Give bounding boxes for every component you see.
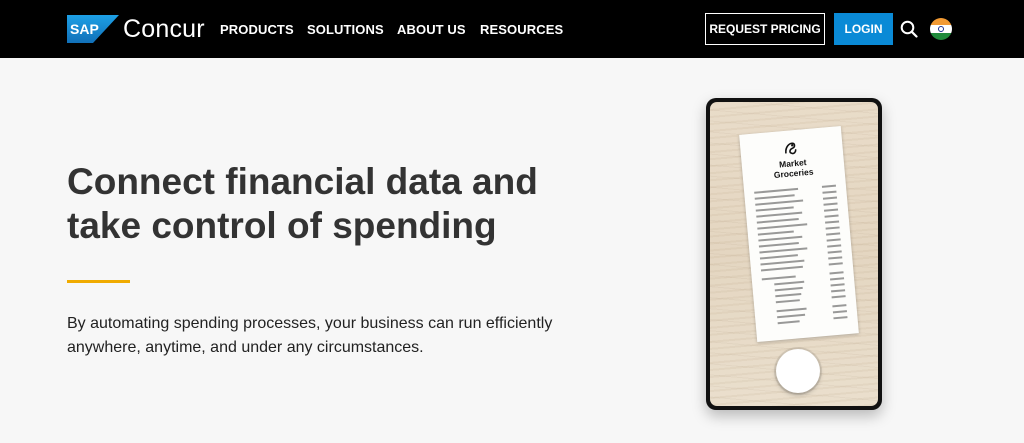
receipt-line-price [830, 283, 845, 287]
receipt-line-price [832, 310, 847, 314]
receipt-line-price [826, 238, 841, 242]
sap-badge-text: SAP [70, 21, 99, 37]
receipt-line-price [832, 304, 847, 308]
hero-title: Connect financial data and take control … [67, 161, 538, 246]
receipt-line-price [828, 256, 843, 260]
receipt-line-item [756, 211, 803, 218]
phone-mockup: Market Groceries [706, 98, 882, 410]
receipt-line-item [774, 280, 805, 286]
receipt-line-price [828, 262, 843, 266]
receipt-line-item [775, 293, 802, 298]
receipt-line-item [761, 275, 796, 281]
receipt-line-item [755, 206, 794, 212]
phone-screen: Market Groceries [710, 102, 878, 406]
receipt-line-price [831, 295, 846, 299]
receipt-line-price [823, 202, 838, 206]
receipt-line-item [760, 265, 803, 272]
request-pricing-button[interactable]: REQUEST PRICING [705, 13, 825, 45]
receipt-line-item [774, 286, 803, 292]
receipt-line-price [833, 316, 848, 320]
receipt-line-price [827, 250, 842, 254]
receipt-line-price [829, 277, 845, 281]
receipt-line-price [827, 244, 842, 248]
receipt-line-price [821, 184, 837, 188]
nav-resources[interactable]: RESOURCES [480, 22, 563, 37]
receipt-line-item [755, 199, 804, 206]
receipt-line-item [760, 259, 805, 266]
receipt-line-item [777, 320, 800, 325]
receipt-line-price [824, 214, 839, 218]
nav-solutions[interactable]: SOLUTIONS [307, 22, 384, 37]
receipt-line-item [756, 217, 799, 224]
hero-description: By automating spending processes, your b… [67, 315, 553, 356]
grocery-logo-icon [782, 140, 799, 157]
receipt-store-name: Market Groceries [742, 154, 845, 183]
top-navigation-bar: SAP Concur PRODUCTS SOLUTIONS ABOUT US R… [0, 0, 1024, 58]
receipt-line-price [829, 271, 844, 275]
nav-about-us[interactable]: ABOUT US [397, 22, 466, 37]
receipt-line-item [759, 254, 798, 260]
product-name: Concur [123, 14, 205, 43]
receipt-line-price [825, 220, 840, 224]
receipt-line-price [825, 226, 840, 230]
receipt-line-price [822, 190, 837, 194]
accent-divider [67, 280, 130, 283]
receipt-line-item [754, 194, 795, 200]
receipt-line-price [823, 208, 839, 212]
receipt-line-item [777, 313, 806, 319]
receipt-item-lines [739, 126, 848, 325]
receipt-line-item [757, 230, 794, 236]
camera-shutter-icon[interactable] [776, 349, 820, 393]
sap-logo-badge: SAP [67, 15, 119, 43]
receipt-line-item [775, 299, 800, 304]
receipt-line-price [831, 289, 846, 293]
receipt-line-item [754, 187, 799, 194]
receipt-line-item [759, 247, 808, 254]
sap-concur-logo[interactable]: SAP Concur [67, 14, 205, 44]
receipt-image: Market Groceries [739, 125, 859, 343]
receipt-line-item [758, 242, 799, 248]
receipt-line-item [758, 235, 803, 242]
search-icon[interactable] [900, 20, 918, 38]
india-flag-icon[interactable] [930, 18, 952, 40]
login-button[interactable]: LOGIN [834, 13, 893, 45]
receipt-line-item [757, 223, 808, 230]
receipt-line-price [826, 232, 841, 236]
nav-products[interactable]: PRODUCTS [220, 22, 294, 37]
receipt-line-price [822, 196, 838, 200]
receipt-line-item [776, 307, 807, 313]
